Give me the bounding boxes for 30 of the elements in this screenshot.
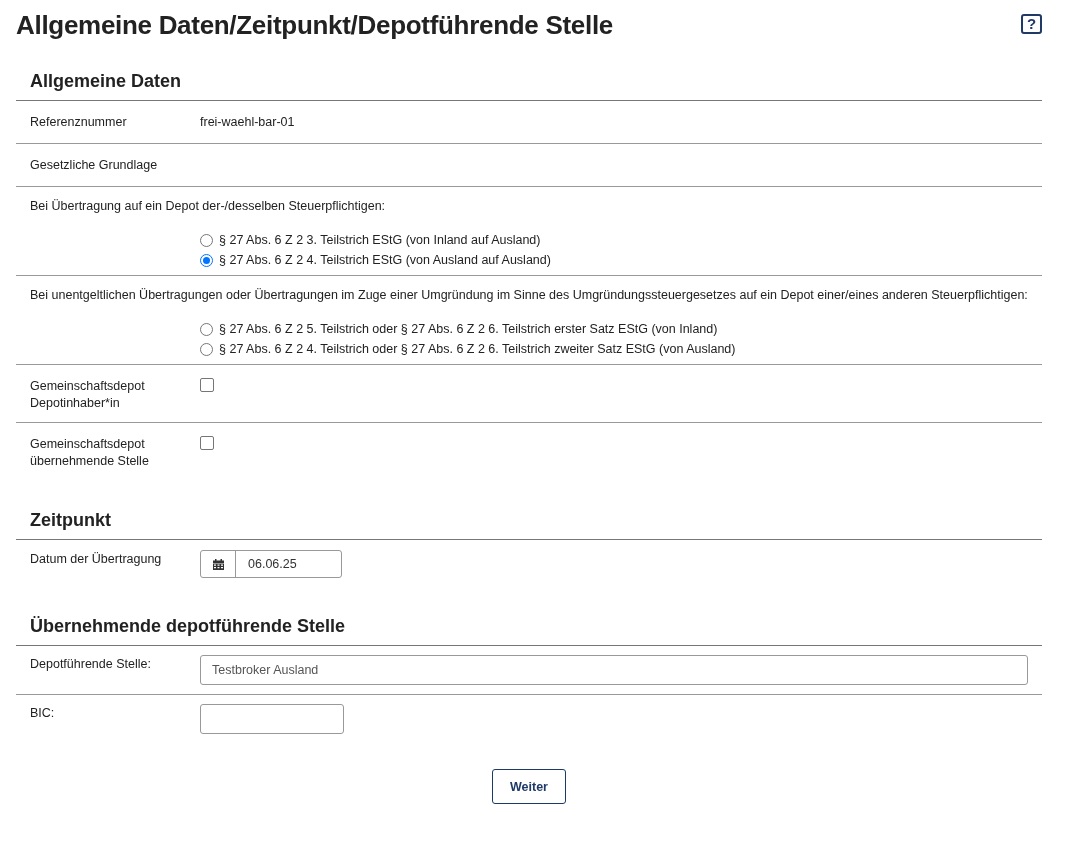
calendar-icon[interactable] — [212, 558, 224, 570]
submit-button[interactable]: Weiter — [492, 769, 566, 804]
option-label: § 27 Abs. 6 Z 2 4. Teilstrich oder § 27 Abs. 6 Z 2 6. Teilstrich zweiter Satz EStG (von Ausland) — [219, 342, 736, 356]
checkbox[interactable] — [200, 378, 214, 392]
field-value: frei-waehl-bar-01 — [200, 115, 296, 129]
text-field[interactable] — [200, 704, 344, 734]
radio-button[interactable] — [200, 322, 213, 336]
field-label: Datum der Übertragung — [30, 551, 163, 568]
help-button[interactable]: ? — [1021, 14, 1042, 34]
section-heading: Zeitpunkt — [16, 502, 1042, 540]
option-label: § 27 Abs. 6 Z 2 4. Teilstrich EStG (von Ausland auf Ausland) — [219, 253, 551, 267]
field-label: Gemeinschaftsdepot übernehmende Stelle — [30, 436, 150, 470]
radio-button[interactable] — [200, 233, 213, 247]
radio-button[interactable] — [200, 342, 213, 356]
section-heading: Übernehmende depotführende Stelle — [16, 608, 1042, 646]
option-label: § 27 Abs. 6 Z 2 5. Teilstrich oder § 27 Abs. 6 Z 2 6. Teilstrich erster Satz EStG (von Inland) — [219, 322, 718, 336]
question-text: Bei Übertragung auf ein Depot der-/desselben Steuerpflichtigen: — [30, 199, 387, 213]
date-field[interactable]: 06.06.25 — [200, 550, 342, 578]
radio-button[interactable] — [200, 253, 213, 267]
question-text: Bei unentgeltlichen Übertragungen oder Übertragungen im Zuge einer Umgründung im Sinne des Umgründungssteuergesetzes auf ein Depot einer/eines anderen Steuerpflichtigen: — [30, 288, 1028, 302]
section-heading: Allgemeine Daten — [16, 63, 1042, 101]
field-label: Referenznummer — [30, 115, 128, 129]
field-label: Gesetzliche Grundlage — [30, 158, 159, 172]
option-label: § 27 Abs. 6 Z 2 3. Teilstrich EStG (von Inland auf Ausland) — [219, 233, 541, 247]
field-label: Gemeinschaftsdepot Depotinhaber*in — [30, 378, 146, 412]
field-label: Depotführende Stelle: — [30, 656, 152, 673]
field-label: BIC: — [30, 705, 56, 722]
text-field[interactable]: Testbroker Ausland — [200, 655, 1028, 685]
page-title: Allgemeine Daten/Zeitpunkt/Depotführende Stelle — [16, 10, 613, 41]
checkbox[interactable] — [200, 436, 214, 450]
